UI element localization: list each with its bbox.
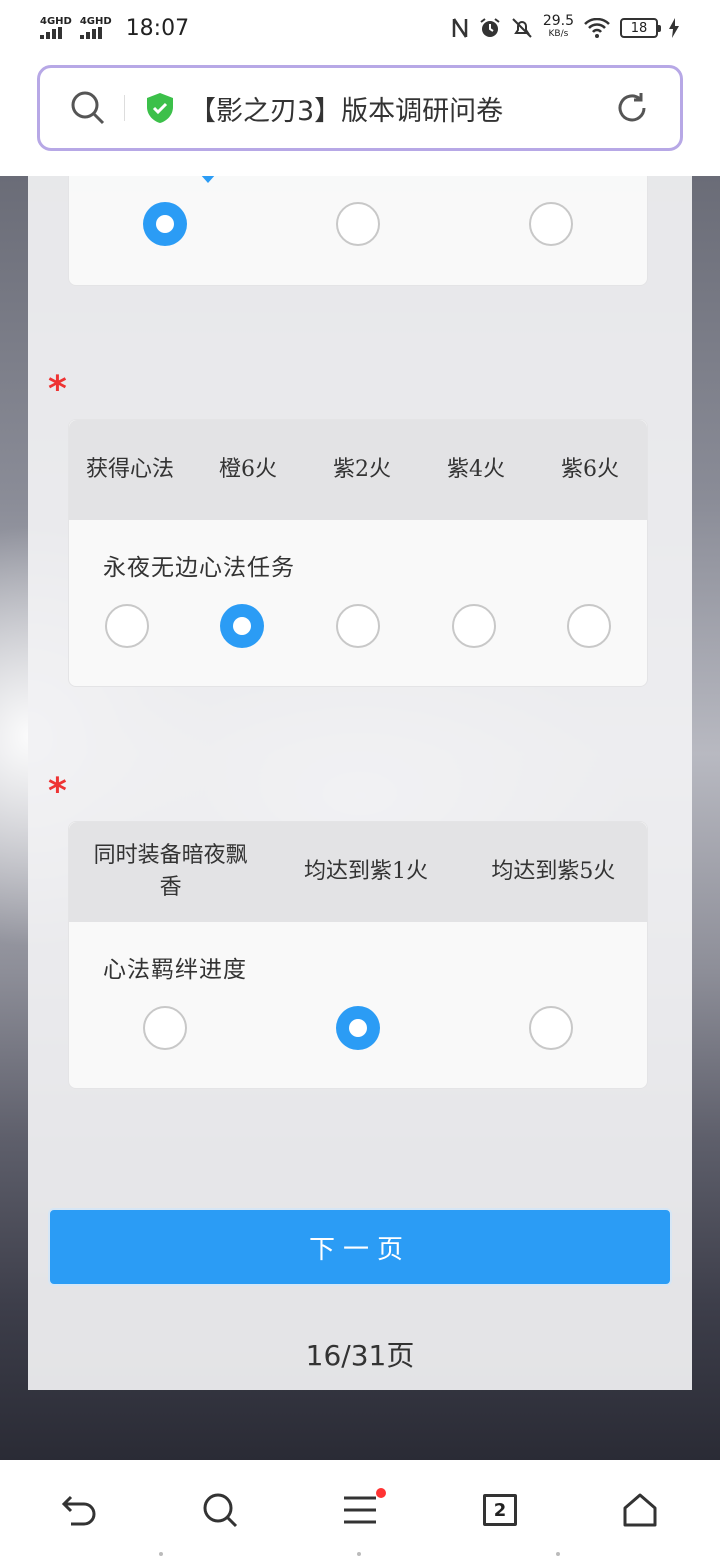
- question-card-partial: [68, 176, 648, 286]
- radio-option-1[interactable]: [104, 604, 149, 648]
- radio-option-1[interactable]: [143, 202, 188, 246]
- radio-row: [69, 202, 647, 246]
- menu-icon: [344, 1496, 376, 1524]
- net-speed: 29.5 KB/s: [542, 13, 574, 39]
- tabs-button[interactable]: 2: [470, 1480, 530, 1540]
- column-header: 橙6火: [219, 457, 277, 482]
- radio-option-2[interactable]: [336, 1006, 380, 1050]
- menu-button[interactable]: [330, 1480, 390, 1540]
- back-button[interactable]: [50, 1480, 110, 1540]
- radio-option-4[interactable]: [451, 604, 496, 648]
- address-bar[interactable]: 【影之刃3】版本调研问卷: [37, 65, 683, 151]
- search-button[interactable]: [190, 1480, 250, 1540]
- nfc-icon: [452, 18, 468, 38]
- wifi-icon: [584, 18, 610, 38]
- mute-icon: [512, 18, 532, 38]
- secure-shield-icon: [147, 93, 173, 123]
- search-icon[interactable]: [70, 90, 106, 126]
- page-title[interactable]: 【影之刃3】版本调研问卷: [189, 89, 614, 128]
- column-header: 紫4火: [447, 457, 505, 482]
- column-header: 同时装备暗夜飘香: [93, 843, 248, 900]
- required-mark: *: [48, 369, 67, 410]
- radio-option-1[interactable]: [143, 1006, 188, 1050]
- column-header: 均达到紫5火: [491, 859, 616, 884]
- search-icon: [203, 1493, 238, 1528]
- required-mark: *: [48, 771, 67, 812]
- bottom-nav: 2: [0, 1460, 720, 1560]
- battery-icon: 18: [620, 18, 661, 38]
- charging-icon: [669, 18, 679, 38]
- row-label: 心法羁绊进度: [103, 957, 247, 983]
- column-header: 紫2火: [333, 457, 391, 482]
- refresh-icon[interactable]: [614, 90, 650, 126]
- network-type-1: 4GHD: [40, 16, 72, 27]
- matrix-header: 获得心法 橙6火 紫2火 紫4火 紫6火: [69, 420, 647, 520]
- signal-icon: 4GHD: [40, 17, 72, 39]
- matrix-header: 同时装备暗夜飘香 均达到紫1火 均达到紫5火: [69, 822, 647, 922]
- notification-dot: [376, 1488, 386, 1498]
- status-time: 18:07: [125, 15, 190, 41]
- radio-row: [69, 604, 647, 648]
- signal-icon-2: 4GHD: [79, 16, 112, 39]
- radio-row: [69, 1006, 647, 1050]
- home-icon: [623, 1493, 657, 1527]
- tabs-icon: 2: [483, 1494, 517, 1526]
- radio-option-3[interactable]: [335, 604, 380, 648]
- divider: [124, 95, 125, 121]
- radio-option-3[interactable]: [528, 202, 573, 246]
- radio-option-3[interactable]: [528, 1006, 573, 1050]
- next-page-button[interactable]: 下一页: [48, 1208, 672, 1286]
- page-indicator: 16/31页: [305, 1339, 415, 1372]
- column-header: 紫6火: [561, 457, 619, 482]
- question-card-matrix-1: 获得心法 橙6火 紫2火 紫4火 紫6火 永夜无边心法任务: [68, 419, 648, 687]
- radio-option-2[interactable]: [336, 202, 380, 246]
- status-bar: 4GHD 4GHD 18:07 29.5 KB/s 18: [0, 0, 720, 56]
- gesture-indicators: [0, 1552, 720, 1558]
- alarm-icon: [480, 18, 500, 37]
- radio-option-5[interactable]: [567, 604, 612, 648]
- home-button[interactable]: [610, 1480, 670, 1540]
- network-type-2: 4GHD: [79, 16, 112, 27]
- row-label: 永夜无边心法任务: [103, 555, 295, 581]
- survey-panel: * 获得心法 橙6火 紫2火 紫4火 紫6火 永夜无边心法任务 * 同时装备暗夜…: [28, 176, 692, 1390]
- survey-background: * 获得心法 橙6火 紫2火 紫4火 紫6火 永夜无边心法任务 * 同时装备暗夜…: [0, 176, 720, 1460]
- radio-option-2[interactable]: [220, 604, 265, 648]
- address-bar-container: 【影之刃3】版本调研问卷: [0, 56, 720, 176]
- back-icon: [61, 1495, 96, 1526]
- question-card-matrix-2: 同时装备暗夜飘香 均达到紫1火 均达到紫5火 心法羁绊进度: [68, 821, 648, 1089]
- column-header: 获得心法: [85, 457, 174, 482]
- column-header: 均达到紫1火: [303, 859, 428, 884]
